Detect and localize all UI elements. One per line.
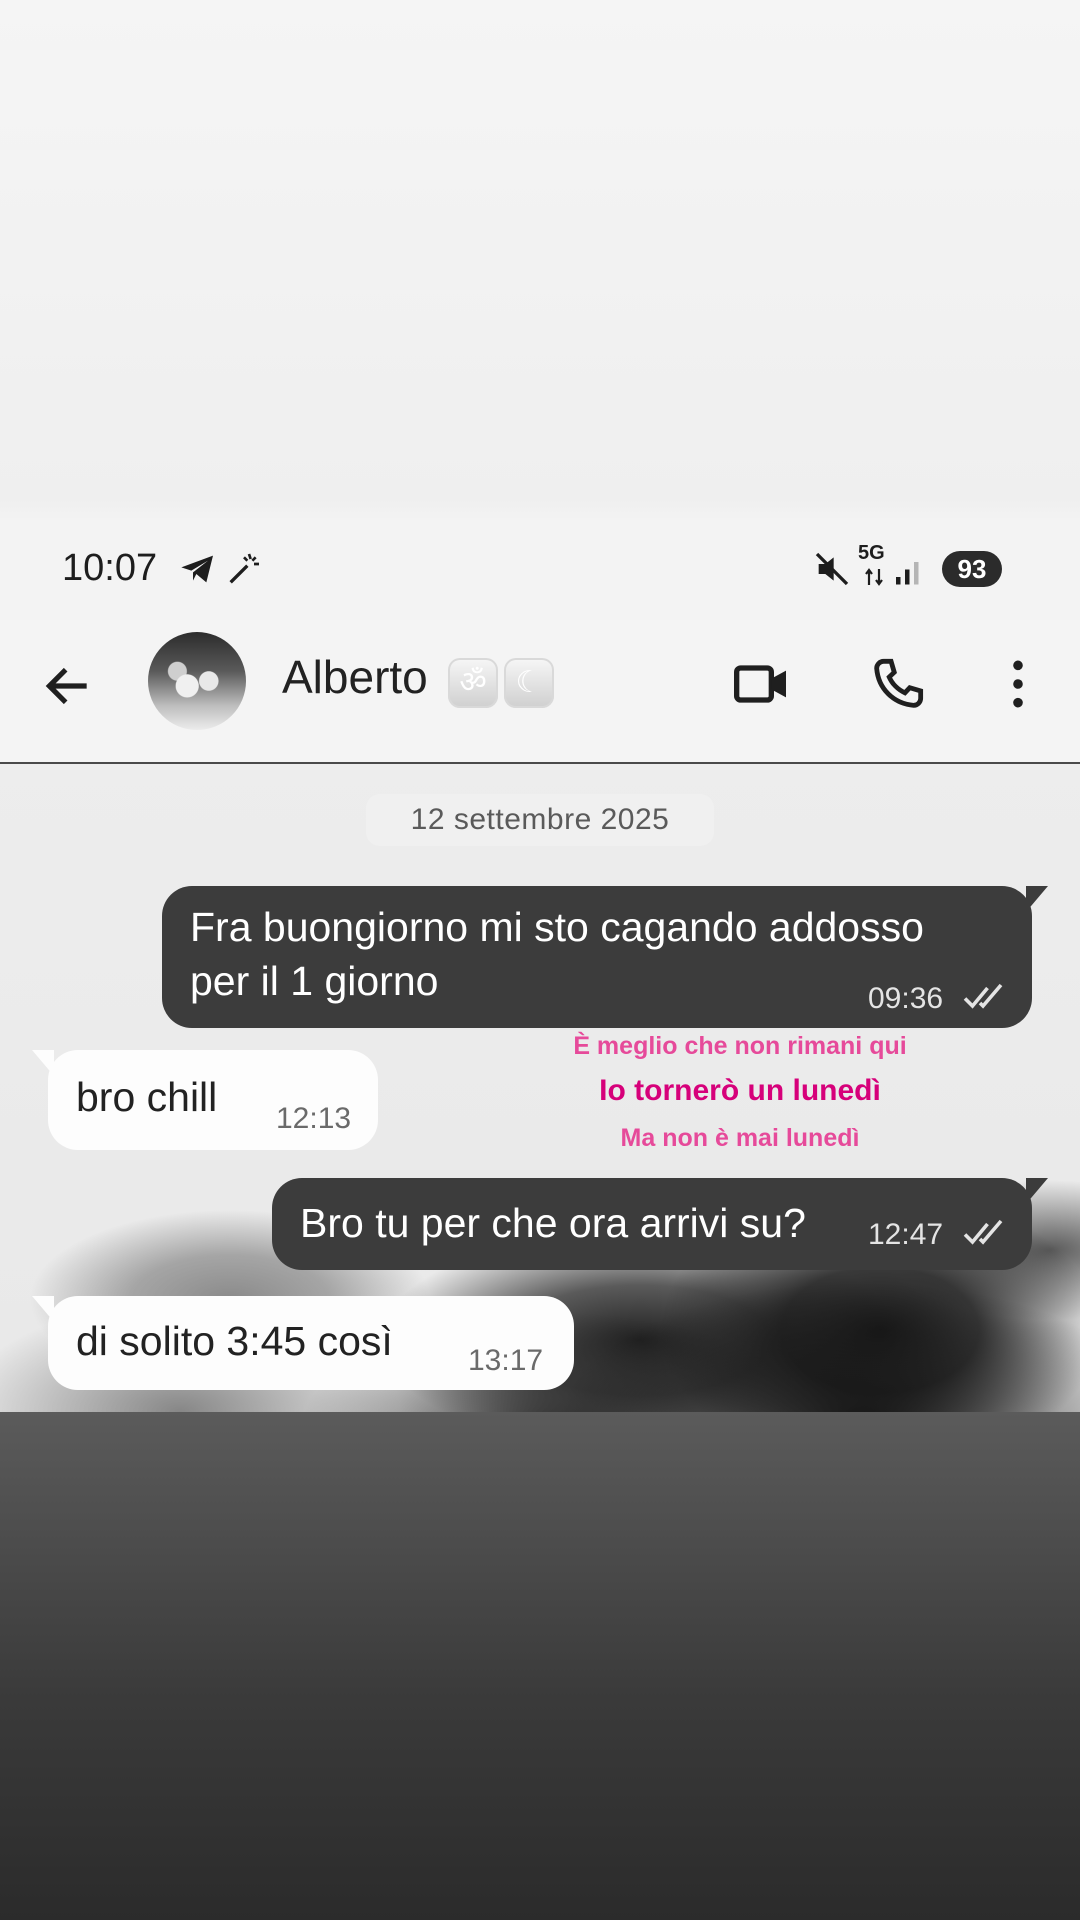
lyric-line: È meglio che non rimani qui [573, 1032, 907, 1060]
message-bubble-incoming[interactable]: bro chill 12:13 [32, 1050, 378, 1150]
back-arrow-icon[interactable] [40, 658, 96, 714]
telegram-icon [178, 549, 218, 594]
message-text: Fra buongiorno mi sto cagando addosso [190, 904, 924, 950]
contact-name[interactable]: Alberto [282, 650, 428, 704]
message-time: 12:47 [868, 1218, 944, 1251]
lyric-line: Ma non è mai lunedì [620, 1124, 860, 1152]
video-call-icon[interactable] [730, 652, 794, 716]
date-separator: 12 settembre 2025 [366, 794, 714, 846]
moon-emoji: ☾ [504, 658, 554, 708]
avatar[interactable] [148, 632, 246, 730]
network-type: 5G [858, 542, 885, 564]
double-check-icon [962, 982, 1010, 1017]
message-bubble-outgoing[interactable]: Bro tu per che ora arrivi su? 12:47 [272, 1178, 1048, 1270]
message-bubble-outgoing[interactable]: Fra buongiorno mi sto cagando addosso pe… [162, 886, 1048, 1028]
data-arrows-icon [862, 565, 886, 594]
message-time: 09:36 [868, 982, 944, 1015]
message-time: 13:17 [468, 1344, 544, 1377]
magic-wand-icon [224, 549, 264, 594]
status-bar: 10:07 5G 93 [0, 535, 1080, 605]
chat-header: Alberto ॐ ☾ [0, 620, 1080, 764]
om-emoji: ॐ [448, 658, 498, 708]
message-text: per il 1 giorno [190, 958, 439, 1004]
message-text: bro chill [76, 1074, 218, 1120]
message-bubble-incoming[interactable]: di solito 3:45 così 13:17 [32, 1296, 574, 1390]
message-time: 12:13 [276, 1102, 352, 1135]
signal-icon [890, 553, 926, 594]
screen: 10:07 5G 93 Alberto ॐ ☾ 12 settembre 202… [0, 0, 1080, 1920]
message-text: di solito 3:45 così [76, 1318, 393, 1364]
double-check-icon [962, 1218, 1010, 1253]
message-text: Bro tu per che ora arrivi su? [300, 1200, 806, 1246]
phone-icon[interactable] [866, 652, 930, 716]
battery-indicator: 93 [942, 551, 1002, 587]
more-vert-icon[interactable] [986, 652, 1050, 716]
mute-icon [812, 549, 852, 594]
lyric-line: Io tornerò un lunedì [599, 1074, 881, 1107]
status-time: 10:07 [62, 547, 158, 589]
